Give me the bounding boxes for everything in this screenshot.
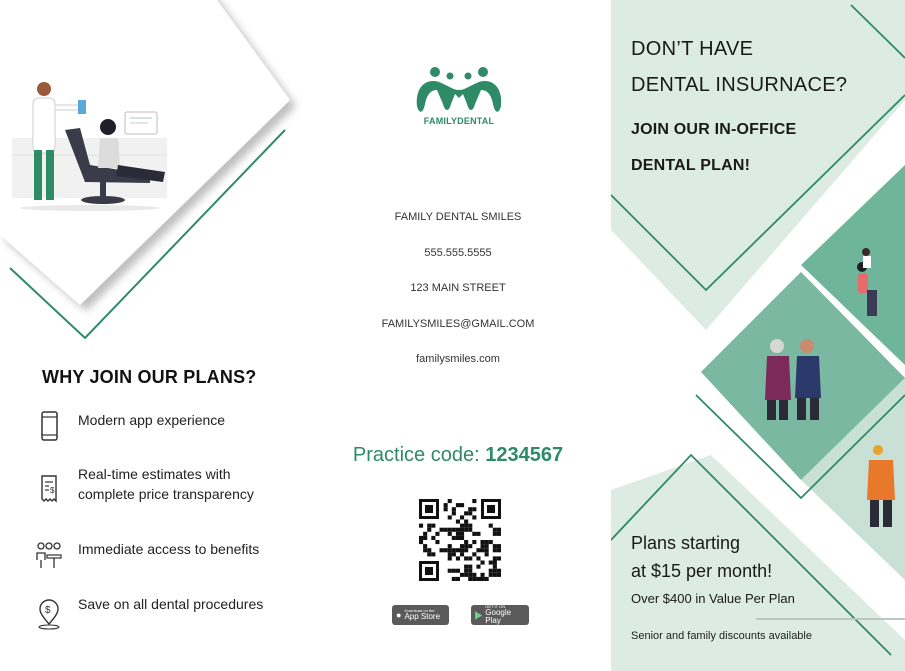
apple-icon: ● [396, 610, 402, 620]
app-store-big: App Store [404, 612, 441, 621]
app-store-badge[interactable]: ● Download on the App Store [392, 605, 449, 625]
right-panel: DON’T HAVE DENTAL INSURNACE? JOIN OUR IN… [611, 0, 905, 671]
qr-code[interactable] [419, 499, 501, 581]
logo-text: FAMILYDENTAL [423, 116, 495, 126]
benefit-text-4: Save on all dental procedures [78, 596, 264, 612]
street-address: 123 MAIN STREET [410, 282, 506, 294]
left-panel: WHY JOIN OUR PLANS? Modern app experienc… [0, 0, 305, 671]
benefit-text-3: Immediate access to benefits [78, 541, 260, 557]
sub-heading-line-2: DENTAL PLAN! [631, 157, 751, 174]
google-play-big: Google Play [485, 608, 512, 625]
middle-panel: FAMILYDENTAL FAMILY DENTAL SMILES 555.55… [305, 0, 611, 671]
practice-code-value: 1234567 [485, 444, 564, 466]
svg-text:$: $ [45, 605, 51, 616]
plans-line-1: Plans starting [631, 533, 741, 553]
play-icon [475, 610, 483, 620]
why-join-title: WHY JOIN OUR PLANS? [42, 367, 257, 387]
heading-line-2: DENTAL INSURNACE? [631, 74, 848, 96]
plans-line-2: at $15 per month! [631, 561, 773, 581]
discount-line: Senior and family discounts available [631, 630, 812, 642]
website: familysmiles.com [416, 353, 500, 365]
sub-heading-line-1: JOIN OUR IN-OFFICE [631, 121, 797, 138]
practice-name: FAMILY DENTAL SMILES [394, 211, 522, 223]
benefit-text-1: Modern app experience [78, 412, 226, 428]
people-meeting-icon [36, 542, 62, 568]
google-play-badge[interactable]: GET IT ON Google Play [471, 605, 529, 625]
value-line: Over $400 in Value Per Plan [631, 591, 795, 606]
brochure-page: WHY JOIN OUR PLANS? Modern app experienc… [0, 0, 905, 671]
phone-icon [41, 411, 58, 441]
dollar-location-icon: $ [38, 599, 60, 630]
phone-number: 555.555.5555 [424, 247, 492, 259]
practice-code-line: Practice code: 1234567 [305, 444, 611, 467]
receipt-icon: $ [41, 475, 57, 503]
email-address: FAMILYSMILES@GMAIL.COM [381, 318, 535, 330]
svg-text:$: $ [50, 486, 55, 495]
benefit-text-2: Real-time estimates with complete price … [78, 466, 254, 502]
practice-code-label: Practice code: [352, 444, 480, 466]
heading-line-1: DON’T HAVE [631, 38, 754, 60]
